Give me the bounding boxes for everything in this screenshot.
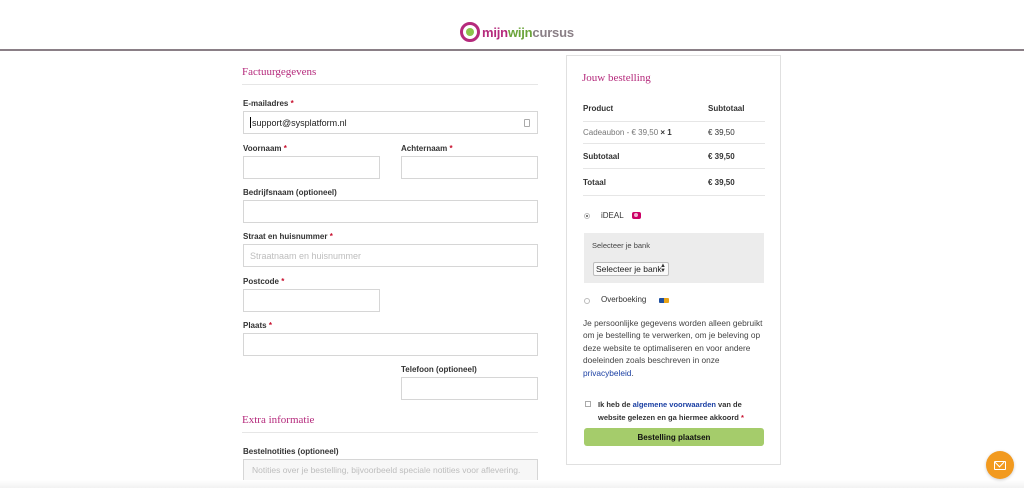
site-logo[interactable]: mijnwijncursus (460, 20, 574, 44)
company-label: Bedrijfsnaam (optioneel) (243, 188, 337, 197)
bank-select[interactable]: Selecteer je bank ▲ ▼ (593, 262, 669, 276)
terms-checkbox[interactable] (585, 401, 591, 407)
terms-link[interactable]: algemene voorwaarden (633, 400, 716, 409)
site-header: mijnwijncursus (0, 0, 1024, 51)
bank-transfer-icon (659, 298, 669, 303)
first-name-label: Voornaam * (243, 144, 287, 153)
bank-select-value: Selecteer je bank (596, 264, 662, 274)
order-title: Jouw bestelling (582, 72, 651, 84)
email-value: support@sysplatform.nl (252, 117, 347, 128)
city-field[interactable] (243, 333, 538, 356)
text-caret (250, 117, 251, 128)
select-arrows-icon: ▲ ▼ (660, 263, 666, 274)
bottom-shadow (0, 480, 1024, 488)
terms-label[interactable]: Ik heb de algemene voorwaarden van de we… (598, 398, 768, 424)
phone-field[interactable] (401, 377, 538, 400)
privacy-policy-link[interactable]: privacybeleid (583, 368, 631, 378)
ideal-radio[interactable] (584, 213, 590, 219)
bank-select-label: Selecteer je bank (592, 241, 650, 250)
first-name-field[interactable] (243, 156, 380, 179)
ideal-label[interactable]: iDEAL (601, 211, 624, 220)
street-label: Straat en huisnummer * (243, 232, 333, 241)
transfer-radio[interactable] (584, 298, 590, 304)
extra-info-divider (242, 432, 538, 433)
city-label: Plaats * (243, 321, 272, 330)
email-field[interactable]: support@sysplatform.nl (243, 111, 538, 134)
postcode-field[interactable] (243, 289, 380, 312)
envelope-icon (994, 460, 1006, 470)
email-label: E-mailadres * (243, 99, 294, 108)
logo-text: mijnwijncursus (482, 24, 574, 40)
privacy-notice: Je persoonlijke gegevens worden alleen g… (583, 318, 763, 378)
ideal-icon (632, 212, 641, 219)
col-subtotal-header: Subtotaal (708, 104, 745, 113)
logo-mark-icon (460, 22, 480, 42)
phone-label: Telefoon (optioneel) (401, 365, 477, 374)
subtotal-label: Subtotaal (583, 152, 620, 161)
subtotal-value: € 39,50 (708, 152, 735, 161)
total-value: € 39,50 (708, 178, 735, 187)
order-divider (583, 168, 765, 169)
order-item-price: € 39,50 (708, 128, 735, 137)
billing-divider (242, 84, 538, 85)
chat-button[interactable] (986, 451, 1014, 479)
postcode-label: Postcode * (243, 277, 285, 286)
order-divider (583, 143, 765, 144)
last-name-field[interactable] (401, 156, 538, 179)
billing-title: Factuurgegevens (242, 66, 317, 78)
place-order-button[interactable]: Bestelling plaatsen (584, 428, 764, 446)
transfer-label[interactable]: Overboeking (601, 295, 646, 304)
order-item-name: Cadeaubon - € 39,50 × 1 (583, 128, 672, 137)
autofill-icon[interactable] (524, 119, 530, 127)
company-field[interactable] (243, 200, 538, 223)
last-name-label: Achternaam * (401, 144, 453, 153)
col-product-header: Product (583, 104, 614, 113)
street-field[interactable]: Straatnaam en huisnummer (243, 244, 538, 267)
notes-label: Bestelnotities (optioneel) (243, 447, 339, 456)
order-divider (583, 195, 765, 196)
total-label: Totaal (583, 178, 606, 187)
order-divider (583, 121, 765, 122)
extra-info-title: Extra informatie (242, 414, 315, 426)
